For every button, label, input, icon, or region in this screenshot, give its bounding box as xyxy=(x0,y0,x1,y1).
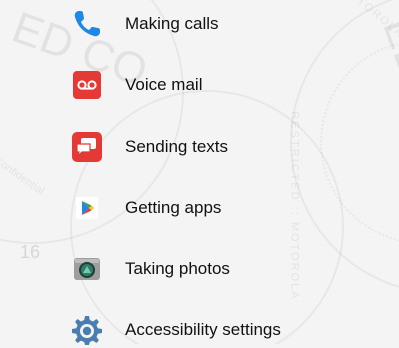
watermark-text: ED CO xyxy=(373,10,399,159)
help-item-label: Making calls xyxy=(125,14,219,33)
help-item-getting-apps[interactable]: Getting apps xyxy=(70,190,221,226)
help-item-label: Accessibility settings xyxy=(125,320,281,339)
help-item-label: Taking photos xyxy=(125,259,230,278)
camera-icon xyxy=(70,252,104,286)
help-item-taking-photos[interactable]: Taking photos xyxy=(70,251,230,287)
watermark-text: MOTOROLA CONFIDENTIAL xyxy=(338,0,399,111)
help-item-voice-mail[interactable]: Voice mail xyxy=(70,67,202,103)
watermark-seal xyxy=(290,0,399,294)
watermark-page-number: 16 xyxy=(20,242,41,262)
watermark-seal xyxy=(320,40,399,244)
help-item-accessibility-settings[interactable]: Accessibility settings xyxy=(70,312,281,348)
voicemail-icon xyxy=(70,68,104,102)
accessibility-gear-icon xyxy=(70,313,104,347)
help-item-label: Voice mail xyxy=(125,75,203,94)
help-item-making-calls[interactable]: Making calls xyxy=(70,6,219,42)
play-store-icon xyxy=(70,191,104,225)
watermark-text: Confidential xyxy=(0,154,47,198)
phone-icon xyxy=(70,7,104,41)
help-item-label: Getting apps xyxy=(125,198,222,217)
message-icon xyxy=(70,130,104,164)
help-item-sending-texts[interactable]: Sending texts xyxy=(70,129,228,165)
watermark-background: ED CO MOTOROLA CONFIDENTIAL Confidential… xyxy=(0,0,399,344)
help-item-label: Sending texts xyxy=(125,137,229,156)
watermark-text: RESTRICTED :: MOTOROLA xyxy=(288,111,301,301)
